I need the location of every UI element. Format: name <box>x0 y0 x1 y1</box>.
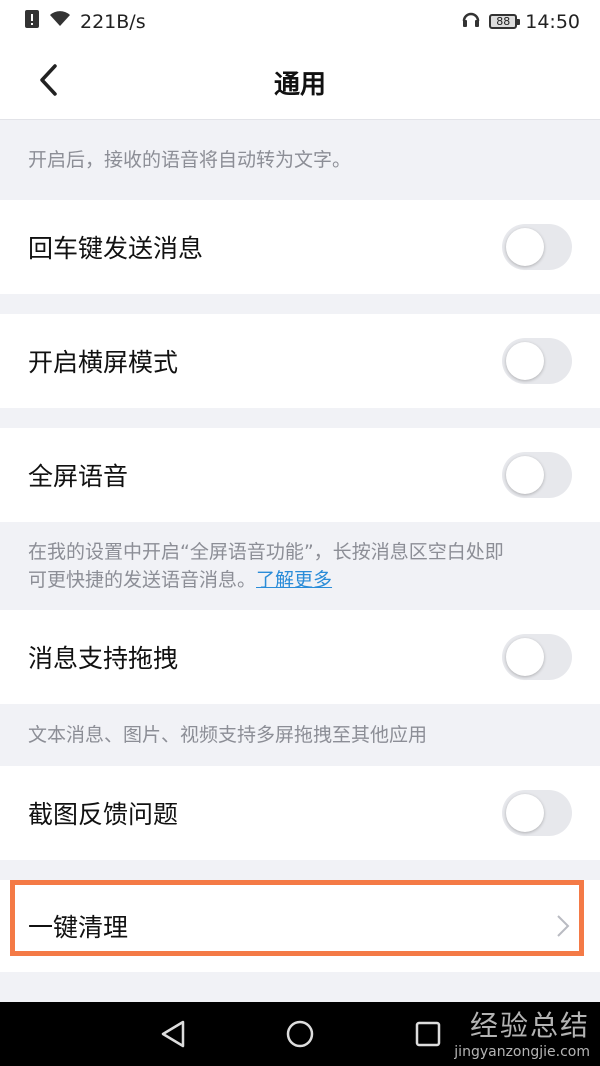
setting-screenshot-feedback: 截图反馈问题 <box>0 766 600 860</box>
setting-label: 截图反馈问题 <box>28 800 179 829</box>
setting-label: 开启横屏模式 <box>28 348 179 377</box>
watermark: 经验总结 jingyanzongjie.com <box>454 1004 590 1060</box>
screenshot-feedback-toggle[interactable] <box>502 790 572 836</box>
setting-drag: 消息支持拖拽 <box>0 610 600 704</box>
setting-landscape: 开启横屏模式 <box>0 314 600 408</box>
network-speed: 221B/s <box>80 10 146 33</box>
status-left: 221B/s <box>24 9 146 34</box>
nav-recents-button[interactable] <box>410 1016 446 1052</box>
setting-fullscreen-voice: 全屏语音 <box>0 428 600 522</box>
note-line: 可更快捷的发送语音消息。了解更多 <box>28 566 572 594</box>
learn-more-link[interactable]: 了解更多 <box>256 569 332 591</box>
voice-to-text-note: 开启后，接收的语音将自动转为文字。 <box>0 120 600 200</box>
toggle-knob <box>506 456 544 494</box>
setting-enter-send: 回车键发送消息 <box>0 200 600 294</box>
note-text: 可更快捷的发送语音消息。 <box>28 569 257 591</box>
one-click-clean-label: 一键清理 <box>28 913 129 942</box>
status-bar: 221B/s 88 14:50 <box>0 0 600 42</box>
nav-home-button[interactable] <box>282 1016 318 1052</box>
drag-toggle[interactable] <box>502 634 572 680</box>
fullscreen-voice-toggle[interactable] <box>502 452 572 498</box>
triangle-back-icon <box>161 1020 185 1048</box>
clock: 14:50 <box>525 10 580 33</box>
toggle-knob <box>506 794 544 832</box>
divider-gap <box>0 294 600 314</box>
circle-home-icon <box>286 1020 314 1048</box>
settings-list: 开启后，接收的语音将自动转为文字。 回车键发送消息 开启横屏模式 全屏语音 在我… <box>0 120 600 972</box>
one-click-clean-row[interactable]: 一键清理 <box>0 880 600 972</box>
app-header: 通用 <box>0 42 600 120</box>
landscape-toggle[interactable] <box>502 338 572 384</box>
status-right: 88 14:50 <box>461 9 580 34</box>
watermark-url: jingyanzongjie.com <box>454 1044 590 1060</box>
drag-note: 文本消息、图片、视频支持多屏拖拽至其他应用 <box>0 704 600 766</box>
toggle-knob <box>506 342 544 380</box>
wifi-icon <box>48 10 72 33</box>
setting-label: 回车键发送消息 <box>28 234 204 263</box>
chevron-right-icon <box>557 915 570 937</box>
square-recents-icon <box>415 1021 441 1047</box>
battery-level: 88 <box>496 15 511 28</box>
fullscreen-voice-note: 在我的设置中开启“全屏语音功能”，长按消息区空白处即 可更快捷的发送语音消息。了… <box>0 522 600 610</box>
setting-label: 消息支持拖拽 <box>28 644 179 673</box>
toggle-knob <box>506 228 544 266</box>
note-line: 在我的设置中开启“全屏语音功能”，长按消息区空白处即 <box>28 541 504 563</box>
divider-gap <box>0 408 600 428</box>
headphones-icon <box>461 9 481 34</box>
toggle-knob <box>506 638 544 676</box>
battery-icon: 88 <box>489 14 521 29</box>
watermark-title: 经验总结 <box>469 1009 590 1042</box>
nav-back-button[interactable] <box>155 1016 191 1052</box>
setting-label: 全屏语音 <box>28 462 129 491</box>
alert-icon <box>24 9 40 34</box>
system-nav-bar: 经验总结 jingyanzongjie.com <box>0 1002 600 1066</box>
page-title: 通用 <box>273 70 326 100</box>
divider-gap <box>0 860 600 880</box>
enter-send-toggle[interactable] <box>502 224 572 270</box>
